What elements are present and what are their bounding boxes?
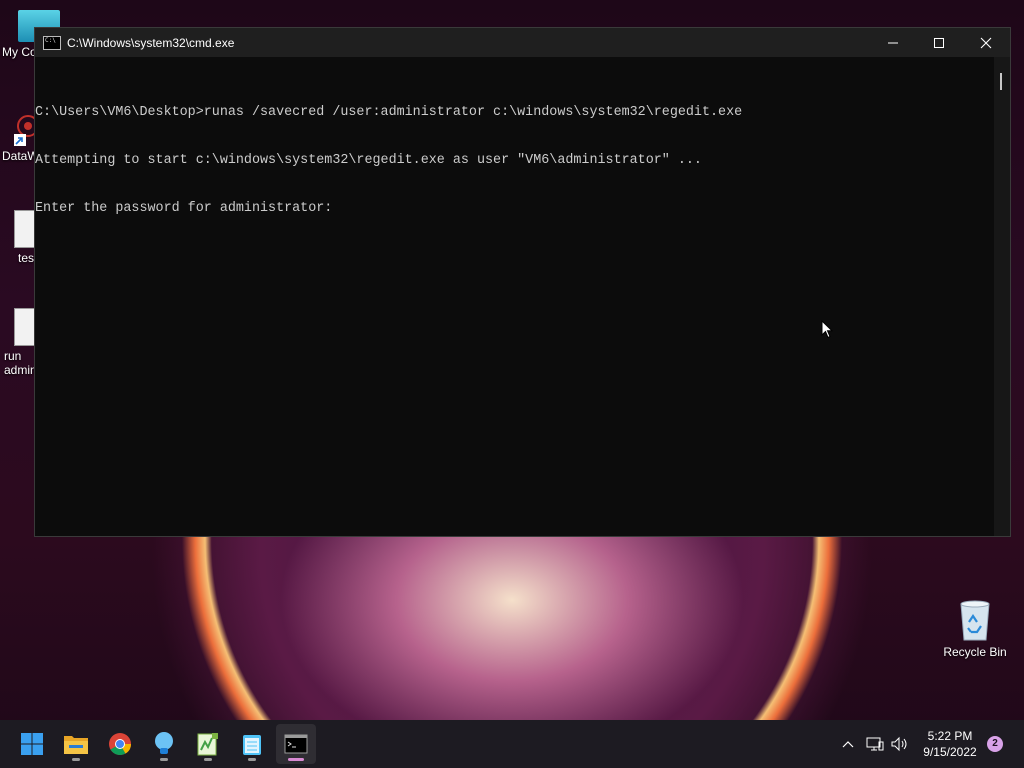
console-line: Attempting to start c:\windows\system32\… [35,153,702,168]
taskbar-notepad[interactable] [232,724,272,764]
chrome-icon [109,733,131,755]
close-button[interactable] [962,28,1010,57]
network-icon [866,737,884,751]
start-button[interactable] [12,724,52,764]
running-indicator [204,758,212,761]
console-output[interactable]: C:\Users\VM6\Desktop>runas /savecred /us… [35,73,994,536]
running-indicator [72,758,80,761]
cmd-window-icon [43,35,61,50]
console-line: Enter the password for administrator: [35,201,333,216]
running-indicator [288,758,304,761]
clock-date: 9/15/2022 [923,745,977,759]
file-explorer-icon [64,736,88,754]
recycle-bin-icon [957,598,993,642]
window-titlebar[interactable]: C:\Windows\system32\cmd.exe [35,28,1010,57]
notification-badge[interactable]: 2 [987,736,1003,752]
desktop-icon-label: Recycle Bin [943,645,1007,659]
window-title: C:\Windows\system32\cmd.exe [67,35,235,50]
tips-icon [155,732,173,754]
chevron-up-icon [842,741,854,748]
network-button[interactable] [864,720,886,768]
taskbar-file-explorer[interactable] [56,724,96,764]
cmd-window[interactable]: C:\Windows\system32\cmd.exe C:\Users\VM6… [34,27,1011,537]
start-icon [21,733,43,755]
scrollbar-thumb[interactable] [1000,73,1002,90]
maximize-icon [934,37,944,48]
clock-time: 5:22 PM [927,729,973,743]
taskbar-clock[interactable]: 5:22 PM 9/15/2022 [918,728,982,760]
notepad-plus-icon [197,733,218,756]
minimize-button[interactable] [870,28,916,57]
console-line: C:\Users\VM6\Desktop>runas /savecred /us… [35,105,743,120]
desktop-icon-recycle-bin[interactable]: Recycle Bin [940,598,1010,659]
close-icon [980,37,992,48]
taskbar-notepad-plus[interactable] [188,724,228,764]
running-indicator [248,758,256,761]
show-hidden-icons-button[interactable] [838,720,858,768]
volume-button[interactable] [889,720,911,768]
maximize-button[interactable] [916,28,962,57]
taskbar-chrome[interactable] [100,724,140,764]
minimize-icon [888,42,898,43]
taskbar-tips[interactable] [144,724,184,764]
vertical-scrollbar[interactable] [994,57,1010,536]
notepad-icon [243,735,261,755]
cmd-icon [284,734,308,754]
mouse-cursor-icon [821,319,834,344]
volume-icon [891,736,907,752]
running-indicator [160,758,168,761]
taskbar-cmd[interactable] [276,724,316,764]
